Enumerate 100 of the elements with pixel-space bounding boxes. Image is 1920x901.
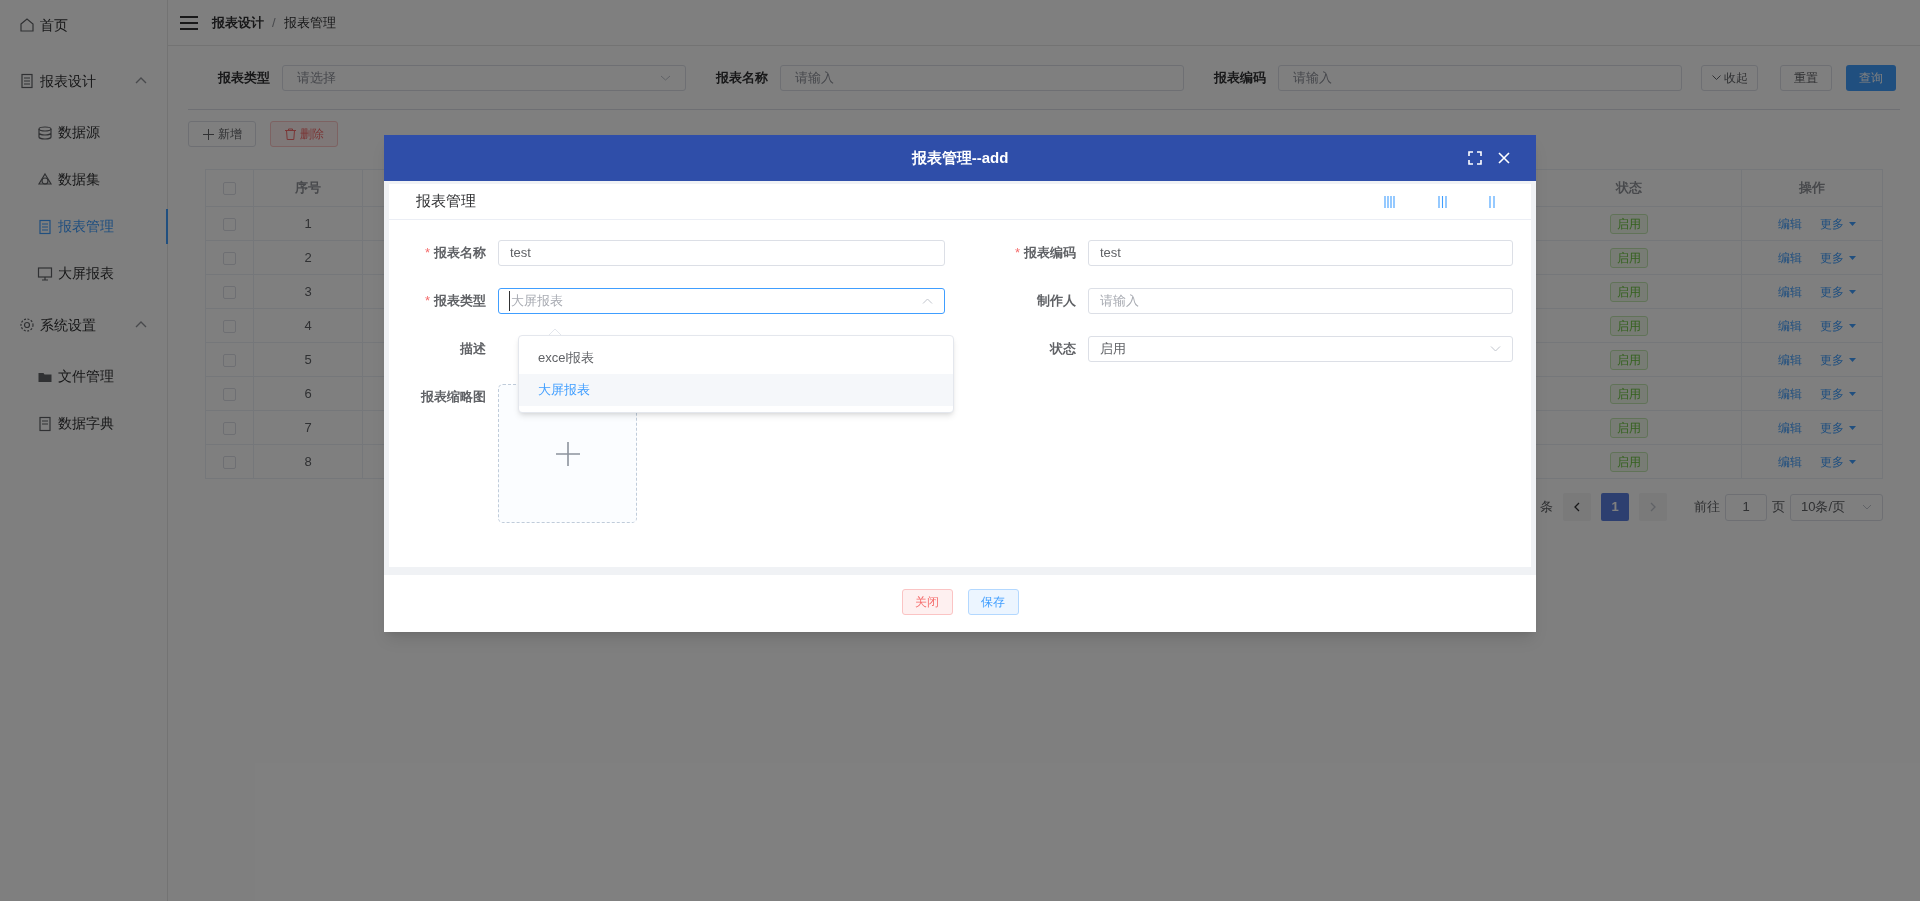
- chevron-left-icon: [1574, 502, 1580, 512]
- more-dropdown[interactable]: 更多: [1820, 214, 1856, 233]
- chevron-down-icon: [1711, 75, 1721, 80]
- monitor-icon: [37, 265, 53, 282]
- input-field[interactable]: 请输入: [1088, 288, 1513, 314]
- total-text: 条: [1540, 498, 1553, 517]
- required-mark: *: [424, 244, 430, 263]
- field-label: 制作人: [1037, 292, 1076, 311]
- breadcrumb-separator: /: [272, 13, 276, 32]
- more-dropdown[interactable]: 更多: [1820, 418, 1856, 437]
- filter-label: 报表编码: [1212, 68, 1267, 87]
- sidebar-item[interactable]: 报表管理: [0, 203, 167, 250]
- caret-down-icon: [1849, 357, 1856, 362]
- close-button[interactable]: 关闭: [901, 588, 953, 615]
- add-button[interactable]: 新增: [188, 121, 256, 147]
- select-field[interactable]: 大屏报表: [498, 288, 945, 314]
- field-label: 状态: [1050, 340, 1076, 359]
- caret-down-icon: [1849, 459, 1856, 464]
- more-dropdown[interactable]: 更多: [1820, 384, 1856, 403]
- select-field[interactable]: 启用: [1088, 336, 1513, 362]
- page-input[interactable]: 1: [1725, 493, 1767, 521]
- status-tag: 启用: [1609, 383, 1648, 404]
- sidebar-item[interactable]: 系统设置: [0, 297, 167, 353]
- next-page-button[interactable]: [1639, 493, 1667, 521]
- save-button[interactable]: 保存: [967, 588, 1019, 615]
- sidebar-item[interactable]: 数据源: [0, 109, 167, 156]
- sidebar-item[interactable]: 首页: [0, 0, 167, 53]
- more-dropdown[interactable]: 更多: [1820, 452, 1856, 471]
- caret-down-icon: [1849, 425, 1856, 430]
- sidebar-item[interactable]: 文件管理: [0, 353, 167, 400]
- more-dropdown[interactable]: 更多: [1820, 248, 1856, 267]
- page-label: 页: [1772, 498, 1785, 517]
- four-columns-icon[interactable]: [1384, 195, 1396, 208]
- chevron-right-icon: [1650, 502, 1656, 512]
- caret-down-icon: [1849, 391, 1856, 396]
- status-tag: 启用: [1609, 281, 1648, 302]
- goto-label: 前往: [1694, 498, 1720, 517]
- close-icon[interactable]: [1498, 152, 1510, 164]
- edit-link[interactable]: 编辑: [1778, 282, 1802, 301]
- trash-icon: [284, 128, 296, 140]
- table-cell: 2: [253, 240, 363, 275]
- status-tag: 启用: [1609, 417, 1648, 438]
- plus-icon: [202, 128, 214, 140]
- collapse-button[interactable]: 收起: [1701, 64, 1758, 91]
- menu-icon[interactable]: [180, 15, 198, 30]
- chevron-down-icon: [1490, 346, 1501, 352]
- filter-label: 报表类型: [216, 68, 271, 87]
- field-label: 报表名称: [434, 244, 486, 263]
- caret-down-icon: [1849, 323, 1856, 328]
- status-tag: 启用: [1609, 315, 1648, 336]
- sidebar-item[interactable]: 大屏报表: [0, 250, 167, 297]
- three-columns-icon[interactable]: [1438, 195, 1447, 208]
- search-button[interactable]: 查询: [1846, 64, 1896, 91]
- previous-page-button[interactable]: [1563, 493, 1591, 521]
- sidebar-item[interactable]: 数据集: [0, 156, 167, 203]
- caret-down-icon: [1849, 221, 1856, 226]
- table-cell: 7: [253, 410, 363, 445]
- chevron-down-icon: [660, 74, 671, 81]
- filter-label: 报表名称: [714, 68, 769, 87]
- input-field[interactable]: test: [1088, 240, 1513, 266]
- reset-button[interactable]: 重置: [1780, 64, 1832, 91]
- dropdown-option[interactable]: excel报表: [519, 342, 953, 374]
- chevron-up-icon: [922, 298, 933, 304]
- caret-down-icon: [1849, 255, 1856, 260]
- edit-link[interactable]: 编辑: [1778, 316, 1802, 335]
- triangle-icon: [37, 171, 53, 188]
- table-cell: 4: [253, 308, 363, 343]
- status-tag: 启用: [1609, 213, 1648, 234]
- more-dropdown[interactable]: 更多: [1820, 350, 1856, 369]
- dropdown-option[interactable]: 大屏报表: [519, 374, 953, 406]
- required-mark: *: [1014, 244, 1020, 263]
- gear-icon: [19, 317, 35, 333]
- field-label: 报表类型: [434, 292, 486, 311]
- breadcrumb-item[interactable]: 报表设计: [212, 12, 264, 33]
- sidebar-item[interactable]: 数据字典: [0, 400, 167, 447]
- edit-link[interactable]: 编辑: [1778, 248, 1802, 267]
- table-cell: 8: [253, 444, 363, 479]
- edit-link[interactable]: 编辑: [1778, 384, 1802, 403]
- breadcrumb-item: 报表管理: [283, 13, 336, 32]
- edit-link[interactable]: 编辑: [1778, 350, 1802, 369]
- edit-link[interactable]: 编辑: [1778, 418, 1802, 437]
- more-dropdown[interactable]: 更多: [1820, 282, 1856, 301]
- input-field[interactable]: test: [498, 240, 945, 266]
- home-icon: [19, 17, 35, 33]
- card-title: 报表管理: [416, 191, 476, 212]
- table-cell: 5: [253, 342, 363, 377]
- page-button[interactable]: 1: [1601, 493, 1629, 521]
- table-cell: 1: [253, 206, 363, 241]
- sidebar-item[interactable]: 报表设计: [0, 53, 167, 109]
- fullscreen-icon[interactable]: [1468, 151, 1482, 165]
- field-label: 报表缩略图: [419, 388, 487, 406]
- more-dropdown[interactable]: 更多: [1820, 316, 1856, 335]
- caret-down-icon: [1849, 289, 1856, 294]
- table-cell: 3: [253, 274, 363, 309]
- status-tag: 启用: [1609, 451, 1648, 472]
- edit-link[interactable]: 编辑: [1778, 214, 1802, 233]
- page-size-select[interactable]: 10条/页: [1790, 493, 1883, 521]
- two-columns-icon[interactable]: [1489, 195, 1495, 208]
- edit-link[interactable]: 编辑: [1778, 452, 1802, 471]
- dialog-title: 报表管理--add: [911, 147, 1009, 168]
